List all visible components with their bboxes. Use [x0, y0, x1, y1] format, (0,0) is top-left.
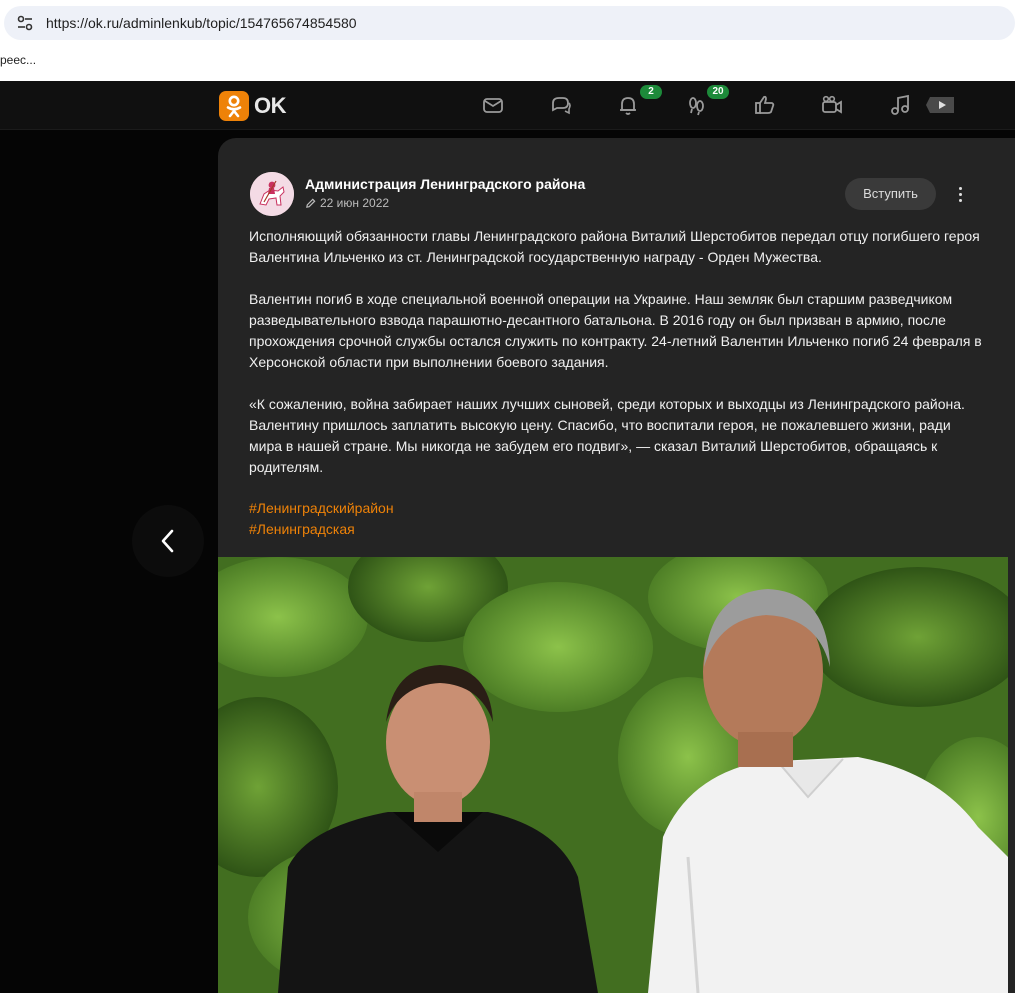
group-name-link[interactable]: Администрация Ленинградского района [305, 176, 585, 192]
site-settings-icon[interactable] [16, 15, 34, 31]
post-card: Администрация Ленинградского района 22 и… [218, 138, 1015, 993]
guests-icon[interactable] [685, 93, 709, 117]
post-date: 22 июн 2022 [305, 196, 389, 210]
bookmarks-bar: реес... [0, 48, 1015, 82]
post-photo[interactable] [218, 557, 1008, 993]
address-bar[interactable]: https://ok.ru/adminlenkub/topic/15476567… [4, 6, 1015, 40]
more-options-icon[interactable] [951, 182, 969, 206]
post-text: Исполняющий обязанности главы Ленинградс… [249, 226, 984, 499]
chevron-left-icon [161, 529, 174, 553]
group-avatar[interactable] [250, 172, 294, 216]
notifications-badge: 2 [640, 85, 662, 99]
ok-logo-icon [219, 91, 249, 121]
top-navigation: OK 2 20 [0, 81, 1015, 130]
video-showcase-icon[interactable] [926, 94, 956, 116]
post-paragraph: Валентин погиб в ходе специальной военно… [249, 291, 982, 370]
hashtags: #Ленинградскийрайон #Ленинградская [249, 498, 394, 540]
post-paragraph: «К сожалению, война забирает наших лучши… [249, 396, 965, 475]
pencil-icon [306, 198, 316, 208]
browser-toolbar: https://ok.ru/adminlenkub/topic/15476567… [0, 0, 1015, 48]
url-text[interactable]: https://ok.ru/adminlenkub/topic/15476567… [46, 15, 357, 31]
video-icon[interactable] [820, 93, 844, 117]
discussions-icon[interactable] [549, 93, 573, 117]
hashtag-link[interactable]: #Ленинградская [249, 519, 394, 540]
messages-icon[interactable] [481, 93, 505, 117]
notifications-icon[interactable] [616, 93, 640, 117]
music-icon[interactable] [888, 93, 912, 117]
logo-text: OK [254, 93, 287, 118]
hashtag-link[interactable]: #Ленинградскийрайон [249, 498, 394, 519]
join-group-button[interactable]: Вступить [845, 178, 936, 210]
bookmark-item[interactable]: реес... [0, 53, 36, 67]
post-date-text: 22 июн 2022 [320, 196, 390, 210]
post-paragraph: Исполняющий обязанности главы Ленинградс… [249, 228, 980, 265]
likes-icon[interactable] [753, 93, 777, 117]
guests-badge: 20 [707, 85, 729, 99]
previous-post-button[interactable] [132, 505, 204, 577]
ok-logo[interactable]: OK [219, 90, 287, 122]
